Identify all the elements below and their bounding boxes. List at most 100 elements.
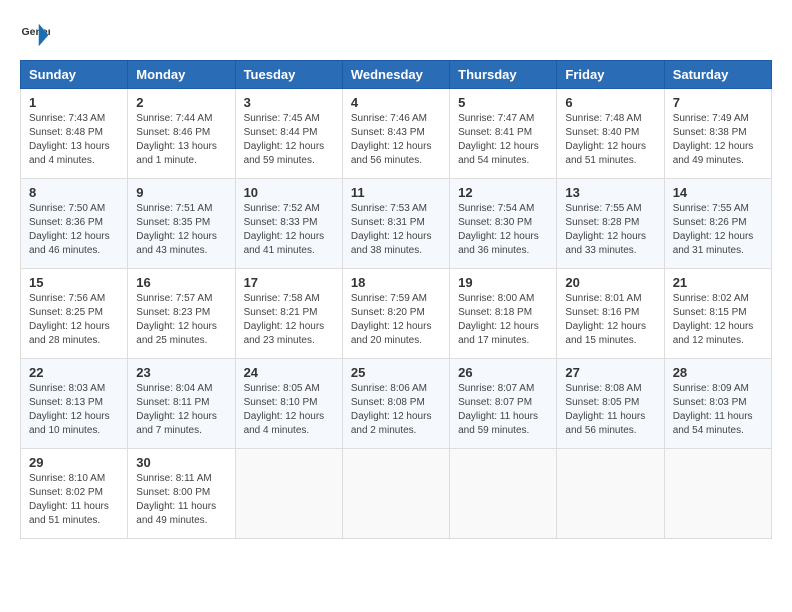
day-info: Sunrise: 8:00 AM Sunset: 8:18 PM Dayligh… [458,292,548,348]
calendar-cell: 14 Sunrise: 7:55 AM Sunset: 8:26 PM Dayl… [664,179,771,269]
day-info: Sunrise: 7:50 AM Sunset: 8:36 PM Dayligh… [29,202,119,258]
calendar-cell: 16 Sunrise: 7:57 AM Sunset: 8:23 PM Dayl… [128,269,235,359]
week-row-2: 8 Sunrise: 7:50 AM Sunset: 8:36 PM Dayli… [21,179,772,269]
day-number: 29 [29,455,119,470]
day-info: Sunrise: 7:45 AM Sunset: 8:44 PM Dayligh… [244,112,334,168]
calendar-cell: 9 Sunrise: 7:51 AM Sunset: 8:35 PM Dayli… [128,179,235,269]
day-info: Sunrise: 7:44 AM Sunset: 8:46 PM Dayligh… [136,112,226,168]
logo: General [20,20,54,50]
day-number: 13 [565,185,655,200]
calendar-cell [235,449,342,539]
day-number: 23 [136,365,226,380]
col-header-sunday: Sunday [21,61,128,89]
day-number: 7 [673,95,763,110]
day-info: Sunrise: 8:11 AM Sunset: 8:00 PM Dayligh… [136,472,226,528]
day-number: 27 [565,365,655,380]
day-info: Sunrise: 7:54 AM Sunset: 8:30 PM Dayligh… [458,202,548,258]
day-number: 26 [458,365,548,380]
day-number: 15 [29,275,119,290]
week-row-5: 29 Sunrise: 8:10 AM Sunset: 8:02 PM Dayl… [21,449,772,539]
day-info: Sunrise: 8:07 AM Sunset: 8:07 PM Dayligh… [458,382,548,438]
col-header-thursday: Thursday [450,61,557,89]
day-info: Sunrise: 7:47 AM Sunset: 8:41 PM Dayligh… [458,112,548,168]
calendar-cell: 6 Sunrise: 7:48 AM Sunset: 8:40 PM Dayli… [557,89,664,179]
day-number: 2 [136,95,226,110]
day-info: Sunrise: 7:57 AM Sunset: 8:23 PM Dayligh… [136,292,226,348]
day-info: Sunrise: 8:02 AM Sunset: 8:15 PM Dayligh… [673,292,763,348]
calendar-cell [342,449,449,539]
calendar-cell: 26 Sunrise: 8:07 AM Sunset: 8:07 PM Dayl… [450,359,557,449]
day-info: Sunrise: 7:43 AM Sunset: 8:48 PM Dayligh… [29,112,119,168]
calendar-cell: 25 Sunrise: 8:06 AM Sunset: 8:08 PM Dayl… [342,359,449,449]
day-number: 24 [244,365,334,380]
day-number: 17 [244,275,334,290]
calendar-cell: 13 Sunrise: 7:55 AM Sunset: 8:28 PM Dayl… [557,179,664,269]
calendar-cell: 12 Sunrise: 7:54 AM Sunset: 8:30 PM Dayl… [450,179,557,269]
day-info: Sunrise: 7:55 AM Sunset: 8:28 PM Dayligh… [565,202,655,258]
day-info: Sunrise: 8:04 AM Sunset: 8:11 PM Dayligh… [136,382,226,438]
day-info: Sunrise: 7:52 AM Sunset: 8:33 PM Dayligh… [244,202,334,258]
calendar-cell: 17 Sunrise: 7:58 AM Sunset: 8:21 PM Dayl… [235,269,342,359]
col-header-saturday: Saturday [664,61,771,89]
day-number: 3 [244,95,334,110]
day-number: 11 [351,185,441,200]
day-info: Sunrise: 8:08 AM Sunset: 8:05 PM Dayligh… [565,382,655,438]
day-info: Sunrise: 7:49 AM Sunset: 8:38 PM Dayligh… [673,112,763,168]
calendar-cell: 8 Sunrise: 7:50 AM Sunset: 8:36 PM Dayli… [21,179,128,269]
week-row-3: 15 Sunrise: 7:56 AM Sunset: 8:25 PM Dayl… [21,269,772,359]
week-row-1: 1 Sunrise: 7:43 AM Sunset: 8:48 PM Dayli… [21,89,772,179]
calendar-cell: 18 Sunrise: 7:59 AM Sunset: 8:20 PM Dayl… [342,269,449,359]
day-number: 1 [29,95,119,110]
calendar-cell: 10 Sunrise: 7:52 AM Sunset: 8:33 PM Dayl… [235,179,342,269]
day-info: Sunrise: 8:06 AM Sunset: 8:08 PM Dayligh… [351,382,441,438]
logo-icon: General [20,20,50,50]
calendar-cell: 23 Sunrise: 8:04 AM Sunset: 8:11 PM Dayl… [128,359,235,449]
calendar-cell [557,449,664,539]
day-info: Sunrise: 7:48 AM Sunset: 8:40 PM Dayligh… [565,112,655,168]
day-info: Sunrise: 8:09 AM Sunset: 8:03 PM Dayligh… [673,382,763,438]
calendar-cell: 7 Sunrise: 7:49 AM Sunset: 8:38 PM Dayli… [664,89,771,179]
calendar-cell: 19 Sunrise: 8:00 AM Sunset: 8:18 PM Dayl… [450,269,557,359]
day-info: Sunrise: 7:53 AM Sunset: 8:31 PM Dayligh… [351,202,441,258]
day-number: 10 [244,185,334,200]
day-number: 25 [351,365,441,380]
day-info: Sunrise: 8:05 AM Sunset: 8:10 PM Dayligh… [244,382,334,438]
day-info: Sunrise: 8:01 AM Sunset: 8:16 PM Dayligh… [565,292,655,348]
calendar-cell: 29 Sunrise: 8:10 AM Sunset: 8:02 PM Dayl… [21,449,128,539]
day-number: 6 [565,95,655,110]
col-header-friday: Friday [557,61,664,89]
day-number: 18 [351,275,441,290]
calendar-cell: 15 Sunrise: 7:56 AM Sunset: 8:25 PM Dayl… [21,269,128,359]
calendar-cell: 24 Sunrise: 8:05 AM Sunset: 8:10 PM Dayl… [235,359,342,449]
col-header-tuesday: Tuesday [235,61,342,89]
day-info: Sunrise: 7:51 AM Sunset: 8:35 PM Dayligh… [136,202,226,258]
day-number: 9 [136,185,226,200]
day-number: 21 [673,275,763,290]
day-number: 8 [29,185,119,200]
calendar-cell: 21 Sunrise: 8:02 AM Sunset: 8:15 PM Dayl… [664,269,771,359]
day-number: 22 [29,365,119,380]
day-info: Sunrise: 8:03 AM Sunset: 8:13 PM Dayligh… [29,382,119,438]
week-row-4: 22 Sunrise: 8:03 AM Sunset: 8:13 PM Dayl… [21,359,772,449]
calendar-cell: 2 Sunrise: 7:44 AM Sunset: 8:46 PM Dayli… [128,89,235,179]
day-number: 28 [673,365,763,380]
calendar-cell: 4 Sunrise: 7:46 AM Sunset: 8:43 PM Dayli… [342,89,449,179]
day-number: 5 [458,95,548,110]
day-number: 20 [565,275,655,290]
calendar-cell: 28 Sunrise: 8:09 AM Sunset: 8:03 PM Dayl… [664,359,771,449]
calendar-cell [450,449,557,539]
day-info: Sunrise: 7:55 AM Sunset: 8:26 PM Dayligh… [673,202,763,258]
day-number: 19 [458,275,548,290]
calendar-cell: 27 Sunrise: 8:08 AM Sunset: 8:05 PM Dayl… [557,359,664,449]
calendar-cell: 20 Sunrise: 8:01 AM Sunset: 8:16 PM Dayl… [557,269,664,359]
day-number: 16 [136,275,226,290]
col-header-wednesday: Wednesday [342,61,449,89]
calendar-table: SundayMondayTuesdayWednesdayThursdayFrid… [20,60,772,539]
calendar-cell [664,449,771,539]
page-header: General [20,20,772,50]
day-number: 14 [673,185,763,200]
day-info: Sunrise: 7:58 AM Sunset: 8:21 PM Dayligh… [244,292,334,348]
day-info: Sunrise: 7:46 AM Sunset: 8:43 PM Dayligh… [351,112,441,168]
day-info: Sunrise: 7:56 AM Sunset: 8:25 PM Dayligh… [29,292,119,348]
calendar-cell: 1 Sunrise: 7:43 AM Sunset: 8:48 PM Dayli… [21,89,128,179]
